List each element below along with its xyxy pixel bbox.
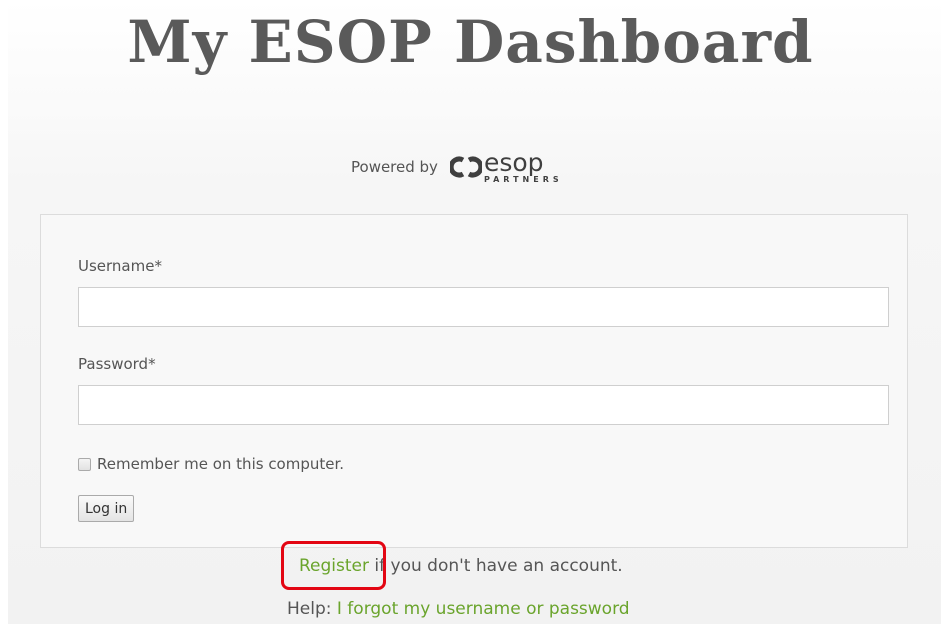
remember-me-label: Remember me on this computer. (97, 455, 345, 473)
username-field[interactable] (78, 287, 889, 327)
login-panel: Username* Password* Remember me on this … (40, 214, 908, 548)
login-button[interactable]: Log in (78, 495, 135, 522)
remember-me-checkbox[interactable] (78, 457, 91, 471)
logo-esop-text: esop (483, 148, 544, 177)
esop-logo-mark-icon (449, 156, 482, 178)
powered-by-text: Powered by (351, 158, 438, 176)
register-highlight-box (281, 541, 386, 590)
help-prefix: Help: (287, 599, 337, 619)
username-label: Username* (78, 257, 162, 275)
forgot-credentials-link[interactable]: I forgot my username or password (337, 599, 630, 619)
password-label: Password* (78, 355, 156, 373)
powered-by: Powered by esop PARTNERS (351, 150, 563, 184)
remember-me-row[interactable]: Remember me on this computer. (78, 455, 344, 473)
password-field[interactable] (78, 385, 889, 425)
page-title: My ESOP Dashboard (127, 8, 814, 76)
esop-partners-logo: esop PARTNERS (449, 150, 563, 184)
logo-partners-text: PARTNERS (483, 175, 563, 184)
help-line: Help: I forgot my username or password (287, 599, 630, 619)
register-rest-text: if you don't have an account. (369, 556, 623, 576)
logo-words: esop PARTNERS (484, 150, 563, 184)
